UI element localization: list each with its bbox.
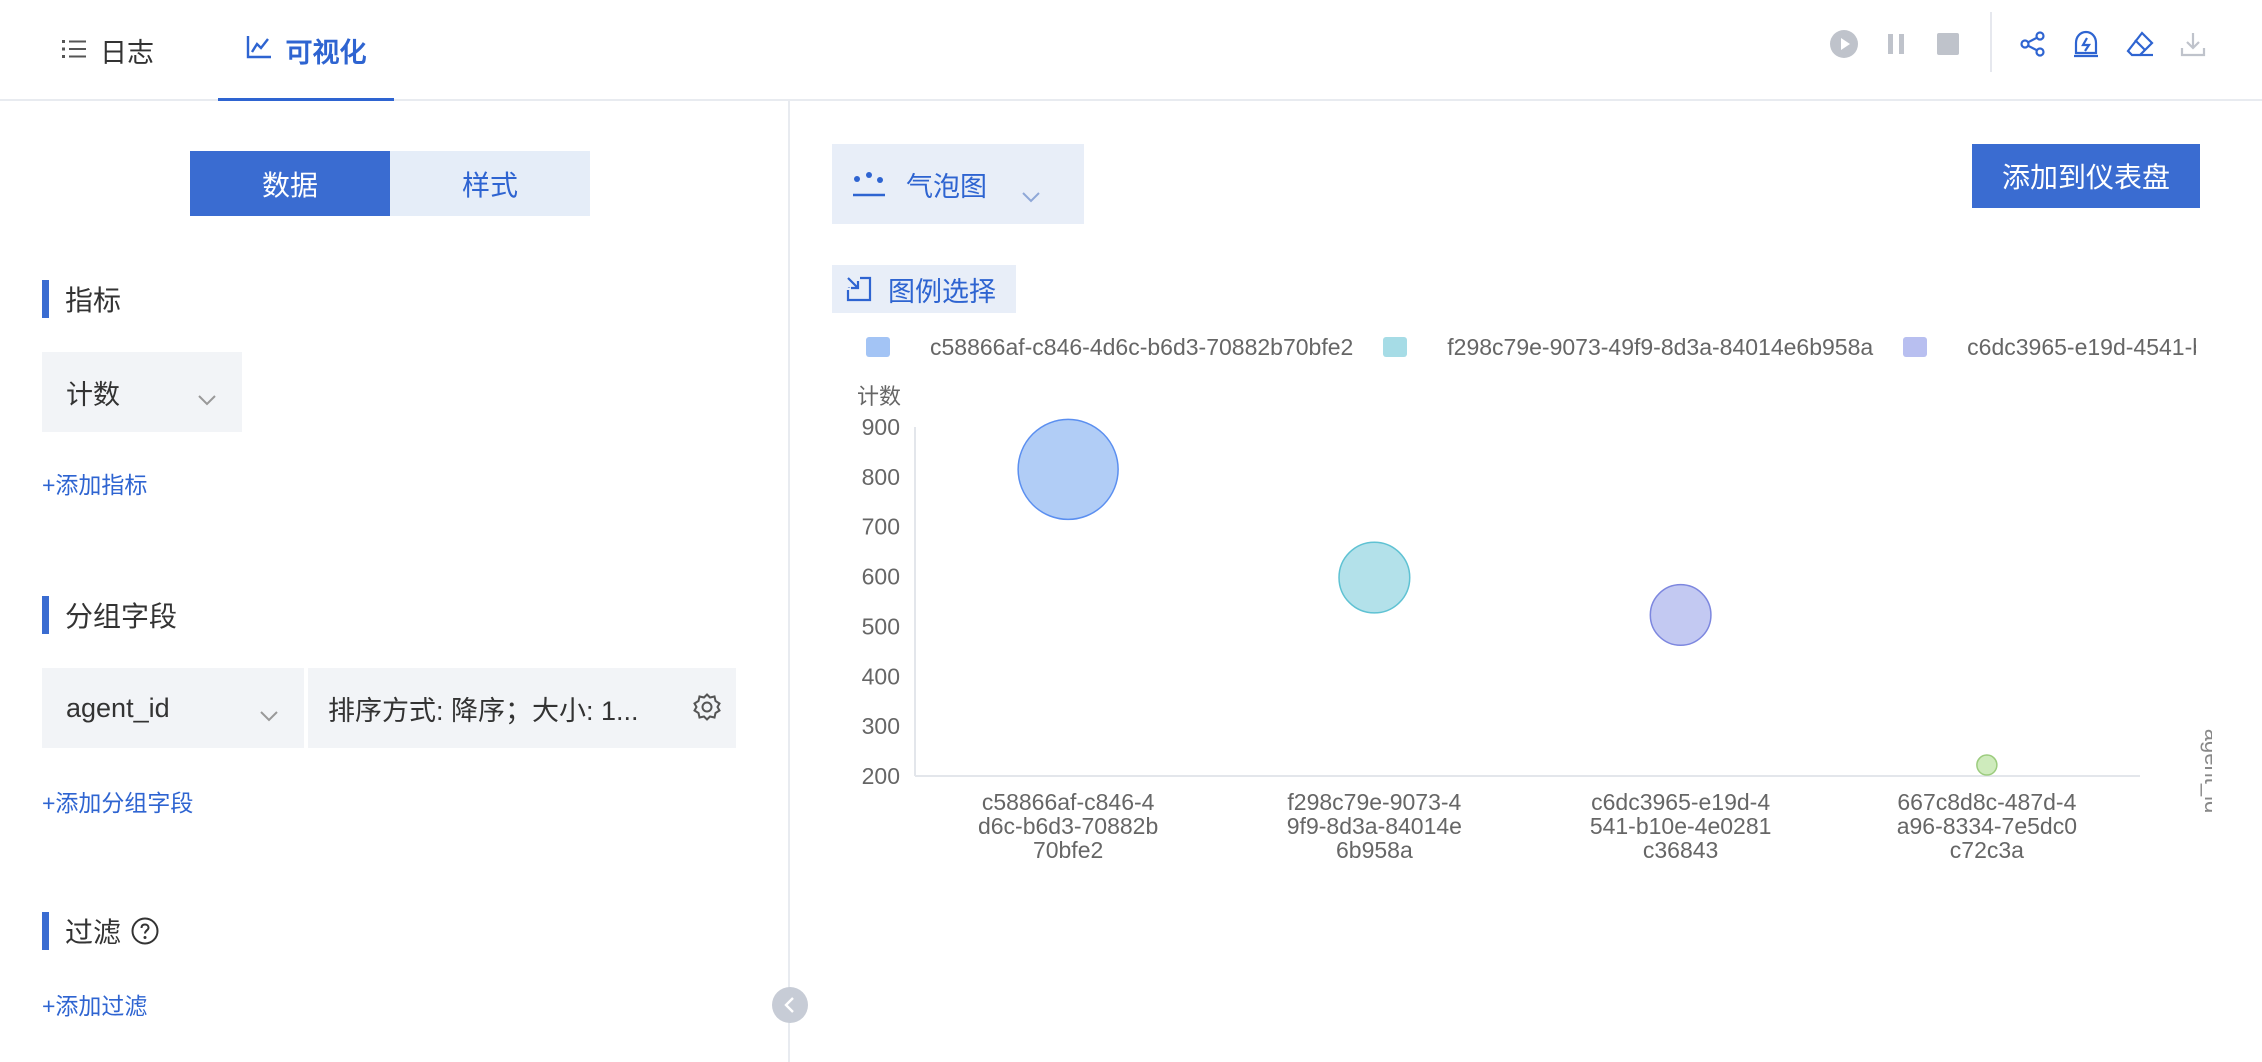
y-tick-label: 400	[862, 663, 900, 689]
legend-swatch	[1903, 337, 1928, 357]
groupby-sort-summary: 排序方式: 降序；大小: 1...	[328, 695, 639, 726]
y-tick-label: 700	[862, 514, 900, 540]
metric-select[interactable]: 计数	[42, 352, 242, 432]
config-panel: 数据 样式 指标 计数 +添加指标 分组字段 agent_id 排序方式: 降序…	[0, 101, 790, 1062]
add-filter-link[interactable]: +添加过滤	[42, 987, 147, 1021]
y-tick-label: 500	[862, 613, 900, 639]
bubble-point	[1017, 418, 1119, 521]
chevron-down-icon	[198, 382, 216, 413]
tab-log-label: 日志	[100, 38, 154, 68]
chart-type-select[interactable]: 气泡图	[832, 144, 1084, 224]
play-icon[interactable]	[1824, 24, 1864, 64]
segment-style-button[interactable]: 样式	[390, 151, 590, 216]
x-tick-label: 6b958a	[1336, 837, 1413, 863]
bubble-chart: 计数 200 300 400 500 600 700 800 900 c58866af-c846-…	[857, 384, 2212, 863]
bubble-chart-icon	[852, 169, 886, 199]
tab-visualize[interactable]: 可视化	[218, 0, 394, 102]
metrics-title-label: 指标	[65, 285, 122, 316]
chevron-down-icon	[1022, 179, 1040, 210]
add-groupby-link[interactable]: +添加分组字段	[42, 784, 193, 818]
tab-log[interactable]: 日志	[62, 0, 154, 101]
add-metric-link[interactable]: +添加指标	[42, 466, 147, 500]
groupby-title-label: 分组字段	[65, 601, 178, 632]
x-tick-label: 70bfe2	[1033, 837, 1103, 863]
x-axis-label: agent_id	[2200, 729, 2212, 813]
legend-label: c58866af-c846-4d6c-b6d3-70882b70bfe2	[930, 333, 1354, 360]
legend-item[interactable]: c6dc3965-e19d-4541-b10e-4e0281c36843	[1903, 323, 2196, 371]
bubble-point	[1649, 583, 1712, 647]
filter-section-title: 过滤	[42, 911, 159, 951]
groupby-field-value: agent_id	[66, 692, 170, 723]
metrics-section-title: 指标	[42, 279, 121, 319]
legend-label: c6dc3965-e19d-4541-b10e-4e0281c36843	[1967, 333, 2196, 360]
groupby-field-select[interactable]: agent_id	[42, 668, 304, 748]
tab-visualize-label: 可视化	[285, 38, 367, 68]
legend-swatch	[866, 337, 890, 357]
x-tick-label: 541-b10e-4e0281	[1590, 813, 1772, 839]
filter-title-label: 过滤	[65, 917, 122, 948]
chevron-down-icon	[260, 698, 278, 729]
chart-type-label: 气泡图	[906, 171, 987, 202]
y-tick-label: 300	[862, 713, 900, 739]
top-bar: 日志 可视化	[0, 0, 2262, 102]
x-tick-label: c36843	[1643, 837, 1718, 863]
x-tick-label: c58866af-c846-4	[982, 789, 1155, 815]
y-tick-label: 900	[862, 414, 900, 440]
toolbar-divider	[1990, 12, 1992, 72]
x-tick-label: d6c-b6d3-70882b	[978, 813, 1158, 839]
y-tick-label: 600	[862, 564, 900, 590]
eraser-icon[interactable]	[2120, 24, 2160, 64]
y-tick-label: 200	[862, 763, 900, 789]
x-tick-label: 9f9-8d3a-84014e	[1287, 813, 1462, 839]
legend-select-label: 图例选择	[888, 276, 996, 307]
metric-select-value: 计数	[66, 379, 120, 410]
legend-item[interactable]: c58866af-c846-4d6c-b6d3-70882b70bfe2	[866, 323, 1353, 371]
chart-legend: c58866af-c846-4d6c-b6d3-70882b70bfe2 f298…	[866, 323, 2196, 371]
help-icon[interactable]	[131, 917, 159, 945]
list-icon	[62, 35, 86, 66]
legend-item[interactable]: f298c79e-9073-49f9-8d3a-84014e6b958a	[1383, 323, 1873, 371]
x-tick-label: c6dc3965-e19d-4	[1591, 789, 1770, 815]
x-tick-label: a96-8334-7e5dc0	[1897, 813, 2077, 839]
alert-icon[interactable]	[2066, 24, 2106, 64]
y-tick-label: 800	[862, 464, 900, 490]
groupby-section-title: 分组字段	[42, 595, 177, 635]
x-tick-label: c72c3a	[1950, 837, 2024, 863]
gear-icon[interactable]	[692, 692, 722, 729]
legend-select-icon	[846, 276, 872, 302]
legend-label: f298c79e-9073-49f9-8d3a-84014e6b958a	[1447, 333, 1874, 360]
x-tick-label: f298c79e-9073-4	[1287, 789, 1461, 815]
share-icon[interactable]	[2013, 24, 2053, 64]
download-icon[interactable]	[2173, 24, 2213, 64]
chart-panel: 气泡图 添加到仪表盘 图例选择 c58866af-c846-4d6c-b6d3-…	[792, 101, 2262, 1062]
legend-select-button[interactable]: 图例选择	[832, 265, 1016, 313]
bubble-point	[1338, 541, 1411, 614]
segment-data-button[interactable]: 数据	[190, 151, 390, 216]
pause-icon[interactable]	[1876, 24, 1916, 64]
bubble-point	[1976, 754, 1998, 776]
groupby-sort-settings[interactable]: 排序方式: 降序；大小: 1...	[308, 668, 736, 748]
x-tick-label: 667c8d8c-487d-4	[1897, 789, 2076, 815]
y-axis-label: 计数	[857, 384, 901, 409]
add-to-dashboard-button[interactable]: 添加到仪表盘	[1972, 144, 2200, 208]
stop-icon[interactable]	[1928, 24, 1968, 64]
line-chart-icon	[246, 35, 272, 66]
legend-swatch	[1383, 337, 1408, 357]
